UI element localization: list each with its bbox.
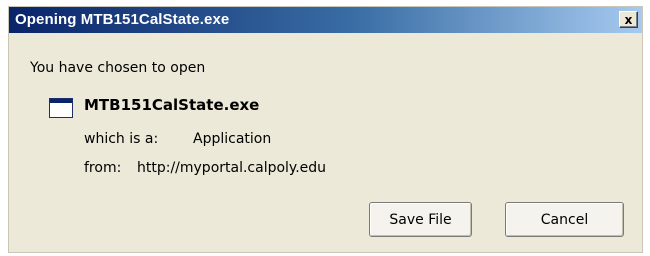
dialog-title: Opening MTB151CalState.exe — [15, 11, 230, 28]
intro-text: You have chosen to open — [30, 60, 206, 76]
download-dialog: Opening MTB151CalState.exe x You have ch… — [8, 6, 643, 253]
title-bar[interactable]: Opening MTB151CalState.exe x — [9, 7, 642, 33]
save-file-button[interactable]: Save File — [369, 202, 472, 237]
file-type-value: Application — [193, 131, 272, 147]
close-icon: x — [624, 12, 633, 27]
close-button[interactable]: x — [619, 11, 638, 28]
application-window-icon — [49, 98, 73, 118]
cancel-button[interactable]: Cancel — [505, 202, 624, 237]
file-name: MTB151CalState.exe — [84, 96, 260, 114]
source-url: http://myportal.calpoly.edu — [137, 160, 327, 176]
source-label: from: — [84, 160, 122, 176]
file-type-label: which is a: — [84, 131, 159, 147]
